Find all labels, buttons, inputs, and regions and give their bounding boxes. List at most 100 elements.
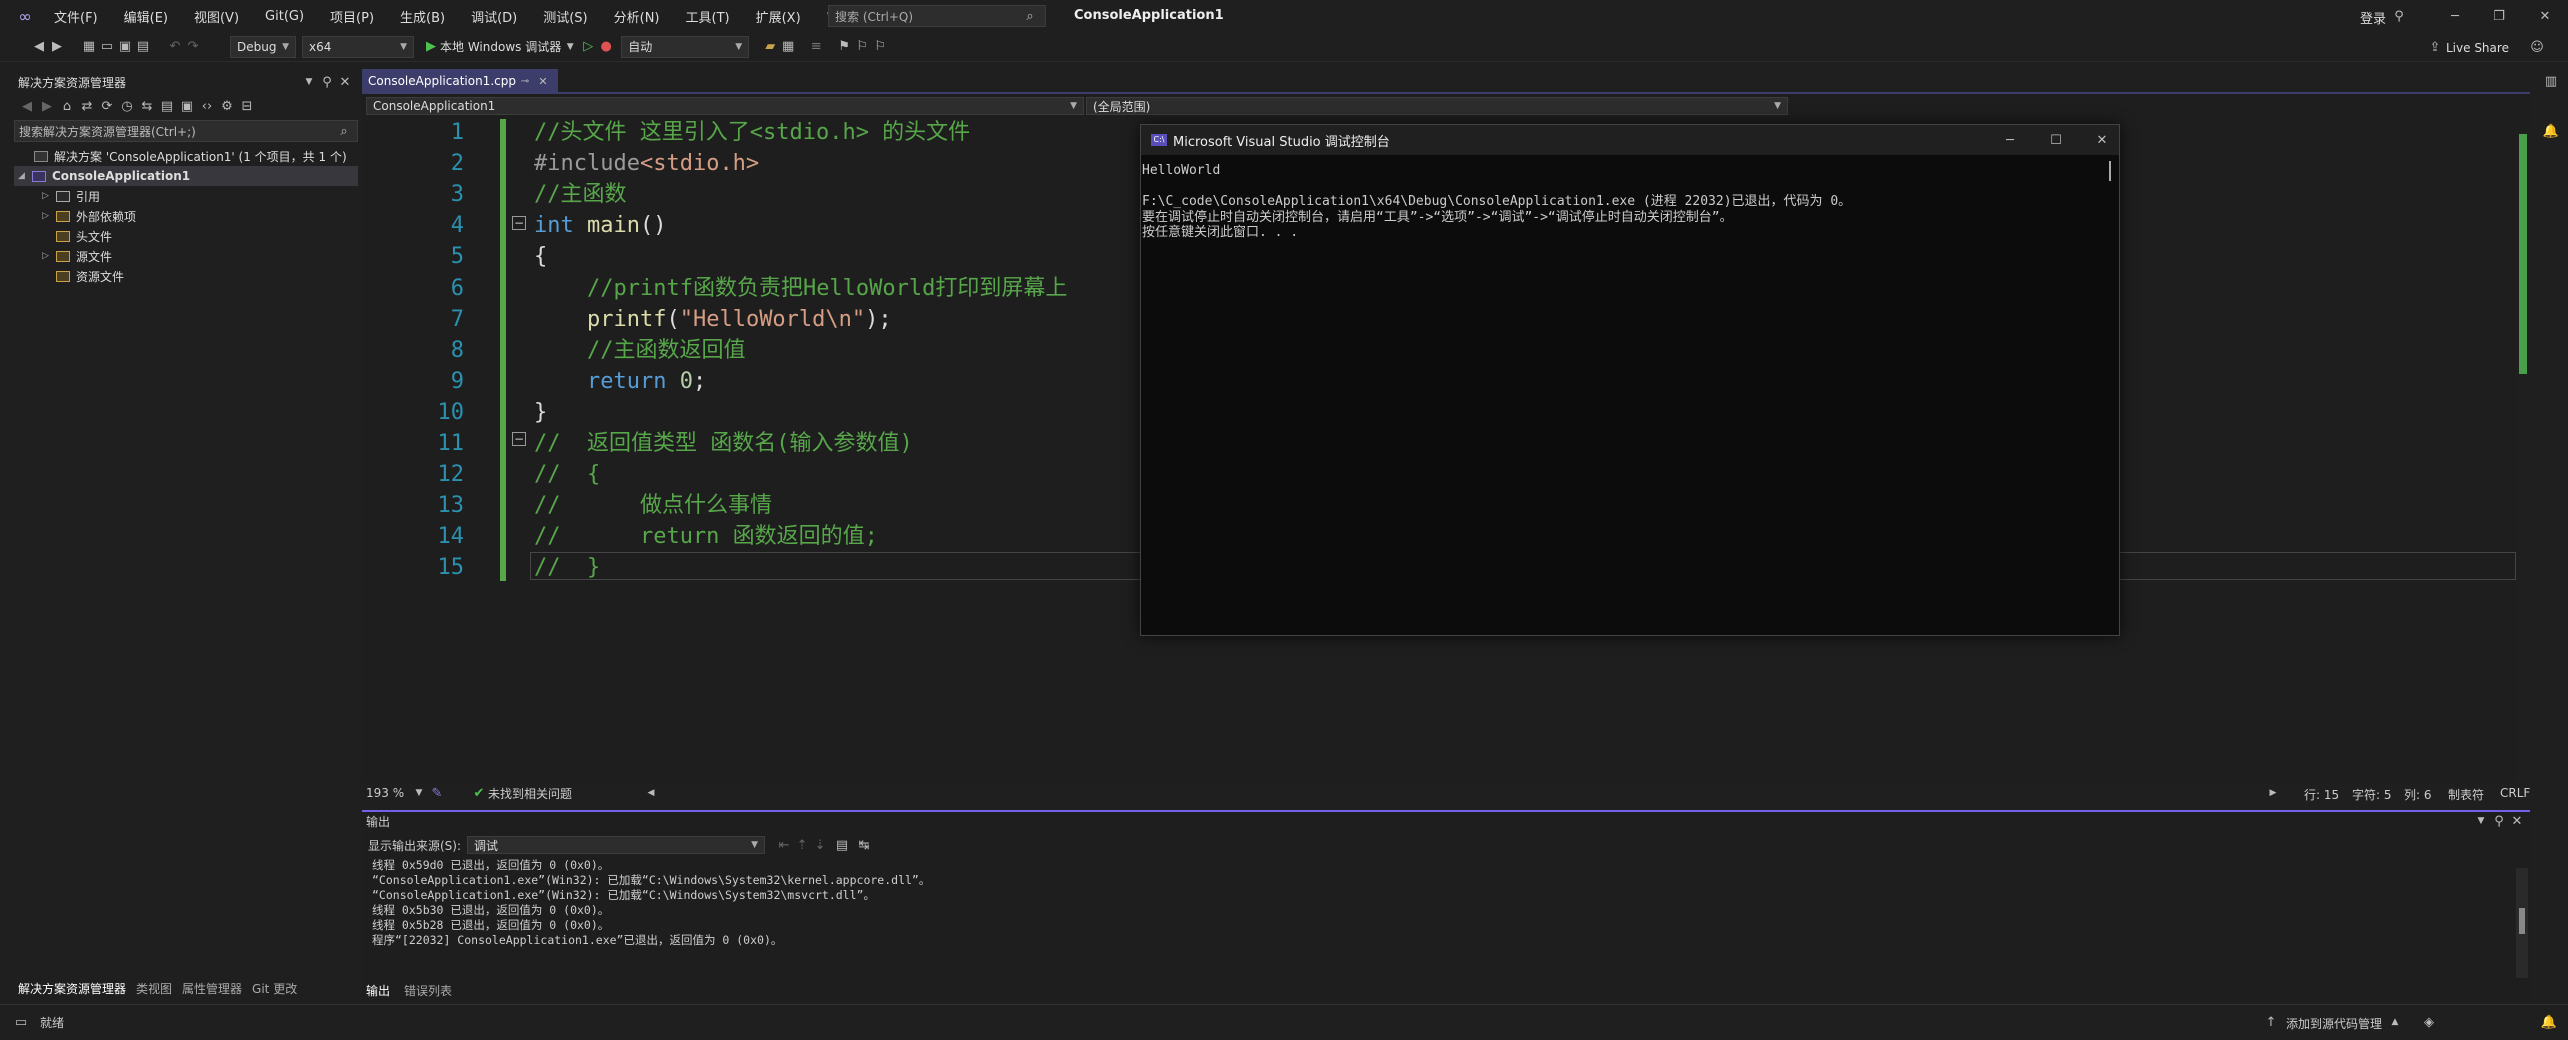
menu-item[interactable]: 编辑(E) xyxy=(124,7,168,26)
menu-item[interactable]: 生成(B) xyxy=(400,7,445,26)
menu-item[interactable]: 工具(T) xyxy=(686,7,730,26)
find-message-icon[interactable]: ⇤ xyxy=(775,836,793,854)
code-line[interactable]: //printf函数负责把HelloWorld打印到屏幕上 xyxy=(534,273,1067,304)
feedback-icon[interactable]: ☺ xyxy=(2528,38,2546,56)
scrollbar-thumb[interactable] xyxy=(2519,908,2525,934)
cursor-line[interactable]: 行: 15 xyxy=(2304,786,2339,803)
global-scope-select[interactable]: (全局范围) ▼ xyxy=(1086,97,1788,115)
cursor-char[interactable]: 字符: 5 xyxy=(2352,786,2392,803)
next-message-icon[interactable]: ⇣ xyxy=(811,836,829,854)
search-box[interactable]: 搜索 (Ctrl+Q) ⌕ xyxy=(828,5,1046,27)
code-line[interactable]: // 做点什么事情 xyxy=(534,490,772,521)
project-scope-select[interactable]: ConsoleApplication1 ▼ xyxy=(366,97,1084,115)
code-line[interactable]: } xyxy=(534,397,547,428)
code-line[interactable]: printf("HelloWorld\n"); xyxy=(534,304,892,335)
play-icon[interactable]: ▶ xyxy=(422,38,440,56)
chevron-down-icon[interactable]: ▼ xyxy=(300,73,318,91)
properties-icon[interactable]: ⚙ xyxy=(218,97,236,115)
close-window-icon[interactable]: ✕ xyxy=(2093,131,2111,149)
arrow-up-icon[interactable]: ↑ xyxy=(2262,1013,2280,1031)
restore-icon[interactable]: ❐ xyxy=(2490,7,2508,25)
word-wrap-icon[interactable]: ↹ xyxy=(855,836,873,854)
tab-error-list[interactable]: 错误列表 xyxy=(404,982,452,999)
show-all-files-icon[interactable]: ▣ xyxy=(178,97,196,115)
layout-icon[interactable]: ▦ xyxy=(779,38,797,56)
close-icon[interactable]: ✕ xyxy=(336,73,354,91)
switch-views-icon[interactable]: ⇄ xyxy=(78,97,96,115)
tab-property-manager[interactable]: 属性管理器 xyxy=(182,980,242,997)
folder-icon[interactable]: ▰ xyxy=(761,38,779,56)
code-line[interactable]: //头文件 这里引入了<stdio.h> 的头文件 xyxy=(534,117,970,148)
cursor-col[interactable]: 列: 6 xyxy=(2404,786,2432,803)
solution-search[interactable]: 搜索解决方案资源管理器(Ctrl+;) ⌕ xyxy=(14,120,358,142)
live-share-icon[interactable]: ⇪ xyxy=(2426,38,2444,56)
chevron-down-icon[interactable]: ▼ xyxy=(410,784,428,802)
code-line[interactable]: //主函数返回值 xyxy=(534,335,746,366)
close-window-icon[interactable]: ✕ xyxy=(2536,7,2554,25)
editor-scrollbar[interactable] xyxy=(2516,132,2530,784)
project-node[interactable]: ◢ ConsoleApplication1 xyxy=(14,166,358,186)
output-scrollbar[interactable] xyxy=(2516,868,2528,978)
forward-icon[interactable]: ▶ xyxy=(38,97,56,115)
minimize-icon[interactable]: ─ xyxy=(2446,7,2464,25)
pending-changes-icon[interactable]: ⇆ xyxy=(138,97,156,115)
chevron-down-icon[interactable]: ▼ xyxy=(2472,812,2490,830)
start-without-debug-icon[interactable]: ▷ xyxy=(579,38,597,56)
solution-node[interactable]: 解决方案 'ConsoleApplication1' (1 个项目，共 1 个) xyxy=(14,146,358,166)
editor-tab[interactable]: ConsoleApplication1.cpp ⊸ ✕ xyxy=(362,69,558,93)
tree-node-references[interactable]: ▷ 引用 xyxy=(14,186,358,206)
undo-icon[interactable]: ↶ xyxy=(166,38,184,56)
scroll-left-icon[interactable]: ◀ xyxy=(642,784,660,802)
new-item-icon[interactable]: ▦ xyxy=(80,38,98,56)
tree-node-external-deps[interactable]: ▷ 外部依赖项 xyxy=(14,206,358,226)
comment-icon[interactable]: ≡ xyxy=(807,38,825,56)
add-to-source-control-button[interactable]: 添加到源代码管理 xyxy=(2286,1015,2382,1032)
menu-item[interactable]: 视图(V) xyxy=(194,7,239,26)
history-icon[interactable]: ◷ xyxy=(118,97,136,115)
menu-item[interactable]: Git(G) xyxy=(265,9,304,24)
bookmark-prev-icon[interactable]: ⚐ xyxy=(853,38,871,56)
code-line[interactable]: //主函数 xyxy=(534,179,627,210)
bell-icon[interactable]: 🔔 xyxy=(2540,1013,2558,1031)
pin-icon[interactable]: ⊸ xyxy=(516,72,534,90)
clear-all-icon[interactable]: ▤ xyxy=(833,836,851,854)
sync-icon[interactable]: ⟳ xyxy=(98,97,116,115)
toolbox-icon[interactable]: ▥ xyxy=(2542,72,2560,90)
menu-item[interactable]: 文件(F) xyxy=(54,7,98,26)
tree-node-headers[interactable]: 头文件 xyxy=(14,226,358,246)
hot-reload-icon[interactable]: ● xyxy=(597,38,615,56)
tabs-mode[interactable]: 制表符 xyxy=(2448,786,2484,803)
forward-icon[interactable]: ▶ xyxy=(48,38,66,56)
issues-status[interactable]: 未找到相关问题 xyxy=(488,785,572,802)
code-line[interactable]: // { xyxy=(534,459,600,490)
code-line[interactable]: // return 函数返回的值; xyxy=(534,521,878,552)
maximize-icon[interactable]: ☐ xyxy=(2047,131,2065,149)
code-line[interactable]: // 返回值类型 函数名(输入参数值) xyxy=(534,428,913,459)
repo-icon[interactable]: ◈ xyxy=(2420,1013,2438,1031)
code-line[interactable]: { xyxy=(534,241,547,272)
tree-node-resources[interactable]: 资源文件 xyxy=(14,266,358,286)
prev-message-icon[interactable]: ⇡ xyxy=(793,836,811,854)
save-icon[interactable]: ▣ xyxy=(116,38,134,56)
menu-item[interactable]: 调试(D) xyxy=(471,7,517,26)
code-line[interactable]: // } xyxy=(534,552,600,583)
menu-item[interactable]: 分析(N) xyxy=(614,7,660,26)
code-line[interactable]: int main() xyxy=(534,210,666,241)
menu-item[interactable]: 测试(S) xyxy=(543,7,587,26)
tab-solution-explorer[interactable]: 解决方案资源管理器 xyxy=(18,980,126,997)
scrollbar-thumb[interactable] xyxy=(2519,134,2527,374)
output-source-select[interactable]: 调试 ▼ xyxy=(467,836,766,854)
menu-item[interactable]: 项目(P) xyxy=(330,7,374,26)
tab-class-view[interactable]: 类视图 xyxy=(136,980,172,997)
tree-node-sources[interactable]: ▷ 源文件 xyxy=(14,246,358,266)
collapse-all-icon[interactable]: ▤ xyxy=(158,97,176,115)
account-icon[interactable]: ⚲ xyxy=(2390,7,2408,25)
auto-select[interactable]: 自动 ▼ xyxy=(621,35,750,58)
back-icon[interactable]: ◀ xyxy=(18,97,36,115)
minimize-icon[interactable]: ─ xyxy=(2001,131,2019,149)
code-line[interactable]: #include<stdio.h> xyxy=(534,148,759,179)
tab-git-changes[interactable]: Git 更改 xyxy=(252,980,297,997)
login-button[interactable]: 登录 xyxy=(2360,8,2386,27)
pin-icon[interactable]: ⚲ xyxy=(2490,812,2508,830)
open-icon[interactable]: ▭ xyxy=(98,38,116,56)
